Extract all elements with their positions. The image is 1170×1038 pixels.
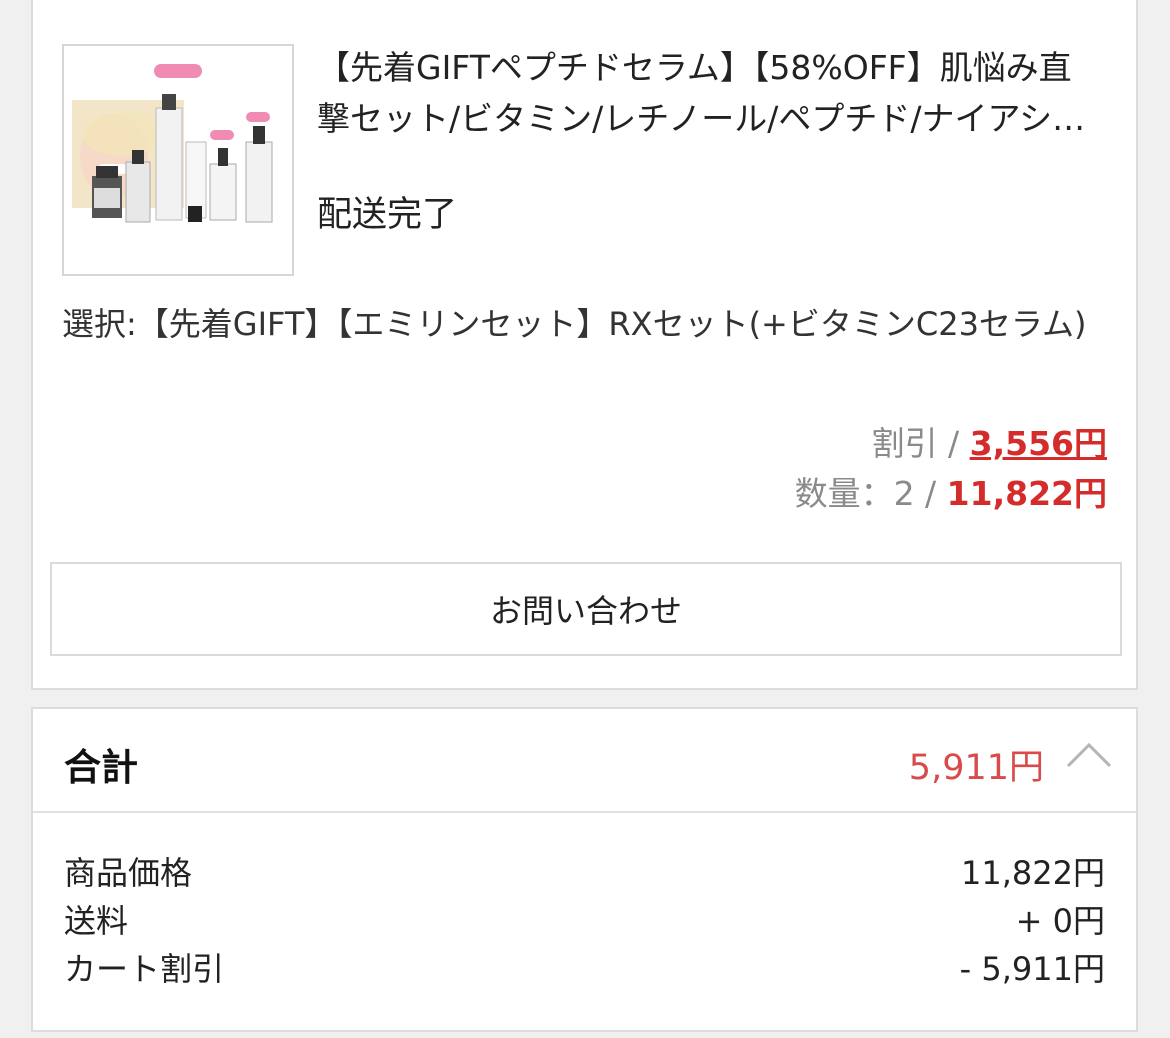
- shipping-label: 送料: [64, 902, 129, 940]
- order-item-card: 【先着GIFTペプチドセラム】【58%OFF】肌悩み直撃セット/ビタミン/レチノ…: [31, 0, 1138, 690]
- cart-discount-value: - 5,911円: [959, 950, 1105, 988]
- breakdown-row-cart-discount: カート割引 - 5,911円: [64, 946, 1105, 992]
- product-price-value: 11,822円: [961, 854, 1105, 892]
- breakdown-row-product-price: 商品価格 11,822円: [64, 850, 1105, 896]
- product-thumbnail[interactable]: [62, 44, 294, 276]
- order-total-card: 合計 5,911円 商品価格 11,822円 送料 + 0円 カート割引 - 5…: [31, 707, 1138, 1032]
- quantity-row: 数量：2 / 11,822円: [795, 471, 1107, 517]
- product-name[interactable]: 【先着GIFTペプチドセラム】【58%OFF】肌悩み直撃セット/ビタミン/レチノ…: [317, 42, 1097, 144]
- shipping-value: + 0円: [1015, 902, 1105, 940]
- product-image-icon: [64, 46, 292, 274]
- total-header-toggle[interactable]: 合計 5,911円: [33, 709, 1136, 813]
- inquiry-button[interactable]: お問い合わせ: [50, 562, 1122, 656]
- total-title: 合計: [64, 746, 138, 789]
- cart-discount-label: カート割引: [64, 950, 225, 988]
- quantity-label: 数量：2 /: [794, 474, 947, 513]
- breakdown-row-shipping: 送料 + 0円: [64, 898, 1105, 944]
- selected-option: 選択:【先着GIFT】【エミリンセット】RXセット(+ビタミンC23セラム): [62, 305, 1087, 343]
- item-subtotal: 11,822円: [946, 474, 1107, 513]
- delivery-status: 配送完了: [317, 195, 458, 235]
- product-price-label: 商品価格: [64, 854, 193, 892]
- chevron-up-icon[interactable]: [1066, 740, 1112, 770]
- discount-value[interactable]: 3,556円: [970, 424, 1107, 463]
- discount-row: 割引 / 3,556円: [872, 421, 1108, 467]
- discount-label: 割引 /: [871, 424, 970, 463]
- total-amount: 5,911円: [908, 748, 1044, 788]
